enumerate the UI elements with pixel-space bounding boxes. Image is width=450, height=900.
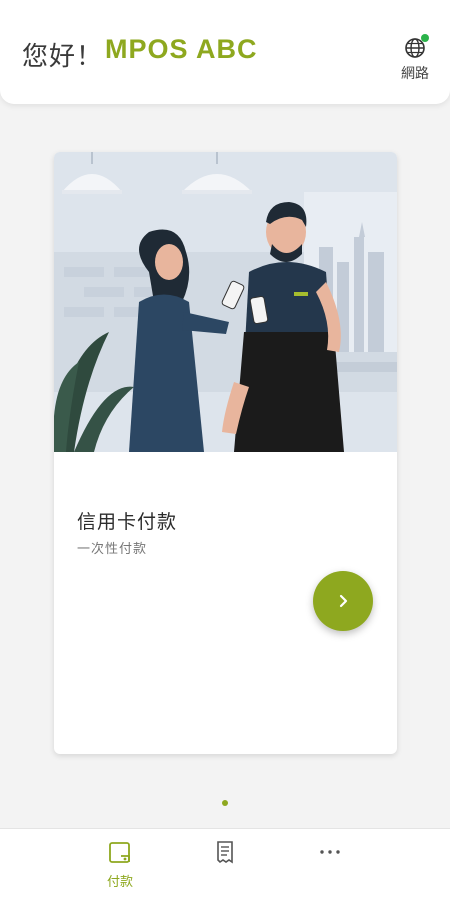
chevron-right-icon — [339, 594, 348, 608]
receipt-icon — [217, 841, 233, 864]
card-subtitle: 一次性付款 — [77, 542, 148, 557]
tab-more[interactable] — [300, 839, 360, 869]
network-online-indicator — [421, 34, 429, 42]
globe-icon — [403, 34, 429, 60]
payment-illustration — [54, 152, 397, 452]
bottom-tab-bar: 付款 — [0, 828, 450, 900]
merchant-name: MPOS ABC — [105, 34, 258, 64]
tab-payment[interactable]: 付款 — [90, 839, 150, 890]
app-header: 您好！ MPOS ABC 網路 — [0, 0, 450, 104]
network-label: 網路 — [401, 66, 429, 82]
more-icon — [320, 850, 340, 854]
card-title: 信用卡付款 — [77, 511, 178, 533]
network-status-button[interactable]: 網路 — [398, 34, 432, 83]
greeting-text: 您好！ — [22, 42, 104, 72]
wallet-icon — [109, 842, 130, 863]
credit-card-payment-card[interactable]: 信用卡付款 一次性付款 — [54, 152, 397, 754]
tab-payment-label: 付款 — [106, 875, 133, 890]
tab-records[interactable] — [195, 839, 255, 869]
page-indicator-dot — [222, 800, 228, 806]
proceed-button[interactable] — [313, 571, 373, 631]
